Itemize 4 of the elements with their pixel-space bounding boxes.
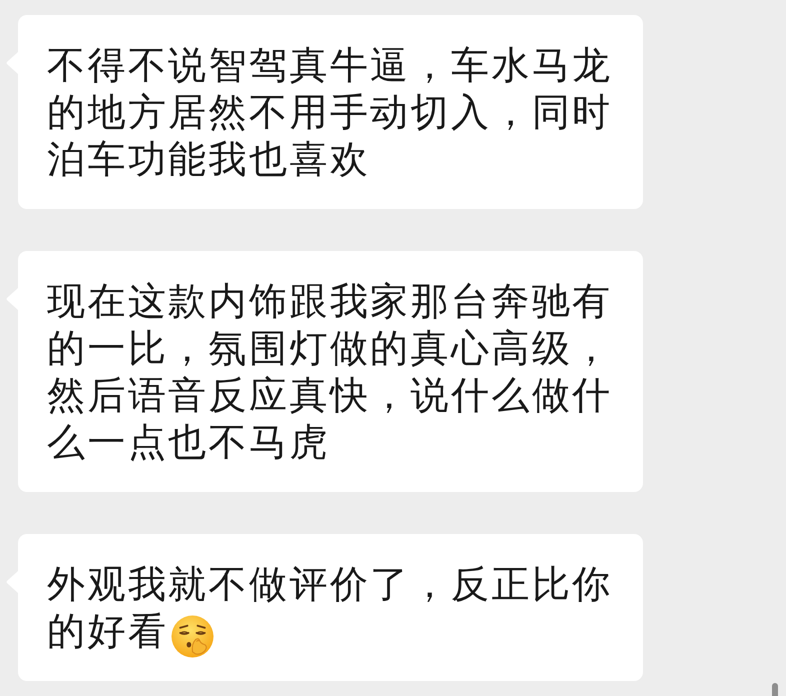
message-text: 不得不说智驾真牛逼，车水马龙的地方居然不用手动切入，同时泊车功能我也喜欢 <box>47 43 613 181</box>
message-text: 外观我就不做评价了，反正比你的好看 <box>47 562 613 653</box>
scrollbar-thumb[interactable] <box>772 683 778 696</box>
message-text: 现在这款内饰跟我家那台奔驰有的一比，氛围灯做的真心高级，然后语音反应真快，说什么做什么一点也不马虎 <box>47 279 613 464</box>
